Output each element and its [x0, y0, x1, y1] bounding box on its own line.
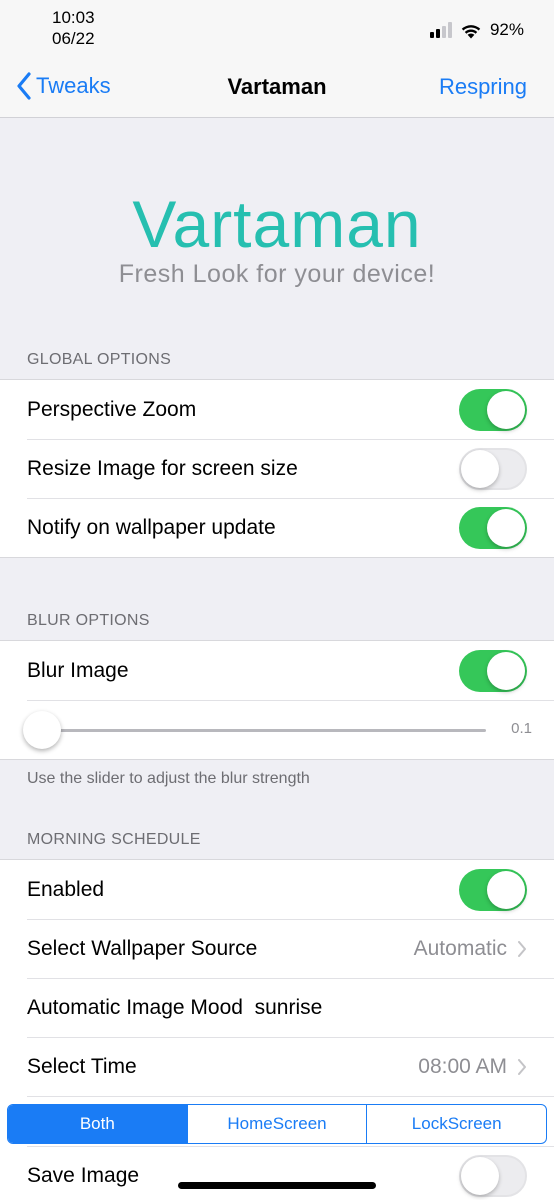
segment-both[interactable]: Both: [8, 1105, 187, 1143]
segment-homescreen[interactable]: HomeScreen: [186, 1105, 367, 1143]
wifi-icon: [461, 24, 481, 38]
blur-strength-value: 0.1: [511, 720, 532, 737]
global-options-group: Perspective Zoom Resize Image for screen…: [0, 379, 554, 558]
enabled-toggle[interactable]: [459, 868, 527, 911]
wallpaper-source-label: Select Wallpaper Source: [27, 936, 258, 960]
segment-lockscreen[interactable]: LockScreen: [366, 1105, 546, 1143]
image-mood-label: Automatic Image Mood sunrise: [27, 995, 323, 1019]
status-time-block: 10:03 06/22: [52, 7, 95, 49]
blur-strength-slider-thumb[interactable]: [23, 711, 61, 749]
morning-schedule-header: MORNING SCHEDULE: [27, 831, 201, 848]
blur-strength-slider-track[interactable]: [40, 729, 486, 732]
enabled-label: Enabled: [27, 877, 105, 901]
save-image-row: Save Image: [0, 1146, 554, 1200]
notify-update-toggle[interactable]: [459, 506, 527, 549]
perspective-zoom-row: Perspective Zoom: [0, 380, 554, 439]
battery-percentage: 92%: [489, 20, 524, 39]
blur-options-group: Blur Image 0.1: [0, 640, 554, 760]
app-title: Vartaman: [132, 187, 422, 261]
perspective-zoom-label: Perspective Zoom: [27, 397, 197, 421]
perspective-zoom-toggle[interactable]: [459, 388, 527, 431]
wallpaper-source-value: Automatic: [413, 936, 507, 960]
respring-button[interactable]: Respring: [439, 74, 527, 100]
app-subtitle: Fresh Look for your device!: [118, 260, 436, 288]
chevron-right-icon: [518, 1058, 526, 1075]
blur-image-label: Blur Image: [27, 658, 129, 682]
blur-strength-row: 0.1: [0, 700, 554, 759]
status-date: 06/22: [52, 29, 95, 48]
save-image-toggle[interactable]: [459, 1154, 527, 1197]
select-time-label: Select Time: [27, 1054, 137, 1078]
chevron-right-icon: [518, 940, 526, 957]
resize-image-row: Resize Image for screen size: [0, 439, 554, 498]
notify-update-label: Notify on wallpaper update: [27, 515, 276, 539]
notify-update-row: Notify on wallpaper update: [0, 498, 554, 557]
navigation-bar: Tweaks Vartaman Respring: [0, 56, 554, 118]
global-options-header: GLOBAL OPTIONS: [27, 351, 172, 368]
blur-image-toggle[interactable]: [459, 649, 527, 692]
status-bar: 10:03 06/22 92%: [0, 0, 554, 56]
screen-target-segmented-control: Both HomeScreen LockScreen: [7, 1104, 547, 1144]
select-time-value: 08:00 AM: [418, 1054, 507, 1078]
resize-image-toggle[interactable]: [459, 447, 527, 490]
enabled-row: Enabled: [0, 860, 554, 919]
morning-schedule-group: Enabled Select Wallpaper Source Automati…: [0, 859, 554, 1200]
wallpaper-source-row[interactable]: Select Wallpaper Source Automatic: [0, 919, 554, 978]
image-mood-row[interactable]: Automatic Image Mood sunrise: [0, 978, 554, 1037]
signal-icon: [429, 22, 452, 38]
blur-footer-note: Use the slider to adjust the blur streng…: [27, 770, 310, 787]
home-indicator[interactable]: [178, 1182, 376, 1189]
blur-image-row: Blur Image: [0, 641, 554, 700]
status-time: 10:03: [52, 8, 95, 27]
status-indicators: 92%: [429, 20, 524, 40]
select-time-row[interactable]: Select Time 08:00 AM: [0, 1037, 554, 1096]
blur-options-header: BLUR OPTIONS: [27, 612, 150, 629]
resize-image-label: Resize Image for screen size: [27, 456, 298, 480]
